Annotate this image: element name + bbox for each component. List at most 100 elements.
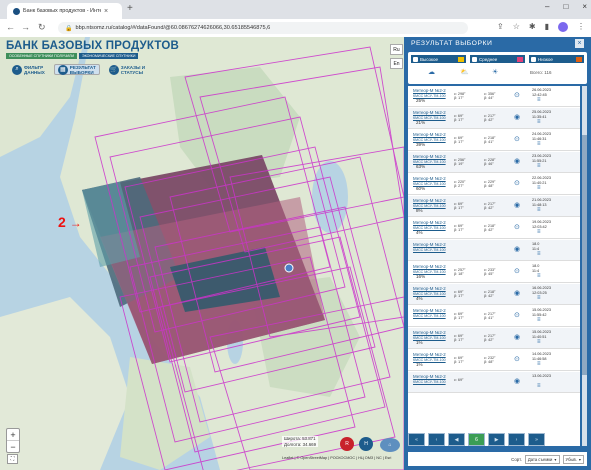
locate-icon[interactable]: ⊙ [514, 311, 520, 319]
page-prev-fast-button[interactable]: ‹ [428, 433, 445, 446]
result-row[interactable]: Метеор-М №2-2 КМСС МСУ-ТМ-100 39% c: 69° β: … [408, 130, 580, 151]
result-row[interactable]: Метеор-М №2-2 КМСС МСУ-ТМ-100 1% c: 69° β: 1… [408, 328, 580, 349]
sensor-link[interactable]: КМСС МСУ-ТМ-100 [413, 314, 446, 318]
satellite-link[interactable]: Метеор-М №2-2 [413, 198, 446, 203]
page-prev-button[interactable]: ◀ [448, 433, 465, 446]
app-logo[interactable]: БАНК БАЗОВЫХ ПРОДУКТОВ [6, 40, 192, 52]
satellite-link[interactable]: Метеор-М №2-2 [413, 330, 446, 335]
page-next-fast-button[interactable]: › [508, 433, 525, 446]
locate-icon[interactable]: ⊙ [514, 179, 520, 187]
map-view[interactable]: + − ⛶ Широта: 53.871 Долгота: 34.669 R Н… [0, 37, 404, 470]
details-icon[interactable]: ≡ [537, 141, 541, 147]
zoom-out-button[interactable]: − [7, 440, 19, 452]
filter-high[interactable]: Высокое [411, 55, 466, 63]
details-icon[interactable]: ≡ [537, 207, 541, 213]
details-icon[interactable]: ≡ [537, 97, 541, 103]
details-icon[interactable]: ≡ [537, 119, 541, 125]
sidebar-icon[interactable]: ▮ [545, 22, 549, 32]
list-scroll-thumb[interactable] [582, 135, 587, 375]
locate-icon[interactable]: ⊙ [514, 267, 520, 275]
tab-close-icon[interactable]: × [104, 8, 108, 15]
satellite-link[interactable]: Метеор-М №2-2 [413, 88, 446, 93]
result-row[interactable]: Метеор-М №2-2 КМСС МСУ-ТМ-100 8% c: 69° β: 1… [408, 196, 580, 217]
profile-avatar[interactable] [558, 22, 568, 32]
satellite-link[interactable]: Метеор-М №2-2 [413, 352, 446, 357]
fullscreen-button[interactable]: ⛶ [7, 454, 18, 464]
locate-icon[interactable]: ⊙ [514, 91, 520, 99]
eye-icon[interactable]: ◉ [514, 113, 520, 121]
sun-icon[interactable]: ☀ [492, 68, 498, 76]
satellite-link[interactable]: Метеор-М №2-2 [413, 264, 446, 269]
sort-field-select[interactable]: Дата съемки ▾ [524, 454, 560, 464]
filter-medium-checkbox[interactable] [472, 56, 477, 62]
eye-icon[interactable]: ◉ [514, 289, 520, 297]
result-row[interactable]: Метеор-М №2-2 КМСС МСУ-ТМ-100 4% c: 69° β: 1… [408, 284, 580, 305]
result-row[interactable]: Метеор-М №2-2 КМСС МСУ-ТМ-100 63% c: 256° β:… [408, 152, 580, 173]
filter-medium[interactable]: Среднее [470, 55, 525, 63]
eye-icon[interactable]: ◉ [514, 377, 520, 385]
extensions-icon[interactable]: ✱ [529, 22, 536, 32]
minimize-button[interactable]: – [545, 2, 549, 11]
window-close-button[interactable]: × [582, 2, 587, 11]
url-field[interactable]: 🔒 bbp.ntsomz.ru/catalog/#/dataFound/@60.… [58, 22, 468, 34]
eye-icon[interactable]: ◉ [514, 333, 520, 341]
details-icon[interactable]: ≡ [537, 251, 541, 257]
cloud-sun-icon[interactable]: ⛅ [460, 68, 469, 76]
result-row[interactable]: Метеор-М №2-2 КМСС МСУ-ТМ-100 c: 69° ◉ 13.06… [408, 372, 580, 393]
satellite-link[interactable]: Метеор-М №2-2 [413, 242, 446, 247]
details-icon[interactable]: ≡ [537, 185, 541, 191]
cloud-icon[interactable]: ☁ [428, 68, 435, 76]
details-icon[interactable]: ≡ [537, 163, 541, 169]
satellite-link[interactable]: Метеор-М №2-2 [413, 154, 446, 159]
share-icon[interactable]: ⇪ [497, 22, 504, 32]
eye-icon[interactable]: ◉ [514, 201, 520, 209]
satellite-link[interactable]: Метеор-М №2-2 [413, 286, 446, 291]
satellite-link[interactable]: Метеор-М №2-2 [413, 374, 446, 379]
details-icon[interactable]: ≡ [537, 339, 541, 345]
sensor-link[interactable]: КМСС МСУ-ТМ-100 [413, 248, 446, 252]
locate-icon[interactable]: ⊙ [514, 355, 520, 363]
eye-icon[interactable]: ◉ [514, 157, 520, 165]
page-next-button[interactable]: ▶ [488, 433, 505, 446]
bookmark-star-icon[interactable]: ☆ [513, 22, 520, 32]
result-row[interactable]: Метеор-М №2-2 КМСС МСУ-ТМ-100 c: 69° β: 17°… [408, 306, 580, 327]
new-tab-button[interactable]: + [127, 3, 133, 14]
result-row[interactable]: Метеор-М №2-2 КМСС МСУ-ТМ-100 4% c: 69° β: 1… [408, 218, 580, 239]
satellite-link[interactable]: Метеор-М №2-2 [413, 176, 446, 181]
lang-ru-button[interactable]: Ru [390, 44, 403, 55]
result-row[interactable]: Метеор-М №2-2 КМСС МСУ-ТМ-100 16% c: 257° β:… [408, 262, 580, 283]
page-last-button[interactable]: » [528, 433, 545, 446]
locate-icon[interactable]: ⊙ [514, 135, 520, 143]
details-icon[interactable]: ≡ [537, 361, 541, 367]
details-icon[interactable]: ≡ [537, 229, 541, 235]
satellite-link[interactable]: Метеор-М №2-2 [413, 132, 446, 137]
satellite-link[interactable]: Метеор-М №2-2 [413, 308, 446, 313]
forward-button[interactable]: → [21, 22, 30, 32]
page-current[interactable]: 6 [468, 433, 485, 446]
satellite-link[interactable]: Метеор-М №2-2 [413, 110, 446, 115]
result-row[interactable]: Метеор-М №2-2 КМСС МСУ-ТМ-100 21% c: 69° β: … [408, 108, 580, 129]
panel-close-button[interactable]: × [575, 39, 584, 48]
zoom-in-button[interactable]: + [7, 429, 19, 440]
locate-icon[interactable]: ⊙ [514, 223, 520, 231]
details-icon[interactable]: ≡ [537, 273, 541, 279]
menu-results[interactable]: ▦ РЕЗУЛЬТАТ ВЫБОРКИ [53, 64, 100, 75]
eye-icon[interactable]: ◉ [514, 245, 520, 253]
lang-en-button[interactable]: En [390, 58, 403, 69]
details-icon[interactable]: ≡ [537, 383, 541, 389]
sensor-link[interactable]: КМСС МСУ-ТМ-100 [413, 380, 446, 384]
result-row[interactable]: Метеор-М №2-2 КМСС МСУ-ТМ-100 1% c: 69° β: 1… [408, 350, 580, 371]
back-button[interactable]: ← [6, 22, 15, 32]
result-row[interactable]: Метеор-М №2-2 КМСС МСУ-ТМ-100 60% c: 220° β:… [408, 174, 580, 195]
browser-tab[interactable]: Банк базовых продуктов - Инте × [7, 3, 122, 19]
details-icon[interactable]: ≡ [537, 317, 541, 323]
page-first-button[interactable]: « [408, 433, 425, 446]
result-row[interactable]: Метеор-М №2-2 КМСС МСУ-ТМ-100 25% c: 298° β:… [408, 86, 580, 107]
maximize-button[interactable]: □ [563, 2, 568, 11]
filter-low-checkbox[interactable] [531, 56, 536, 62]
menu-orders[interactable]: 🛒 ЗАКАЗЫ И СТАТУСЫ [108, 64, 145, 75]
details-icon[interactable]: ≡ [537, 295, 541, 301]
reload-button[interactable]: ↻ [38, 22, 46, 33]
filter-low[interactable]: Низкое [529, 55, 584, 63]
browser-menu-icon[interactable]: ⋮ [577, 22, 585, 32]
